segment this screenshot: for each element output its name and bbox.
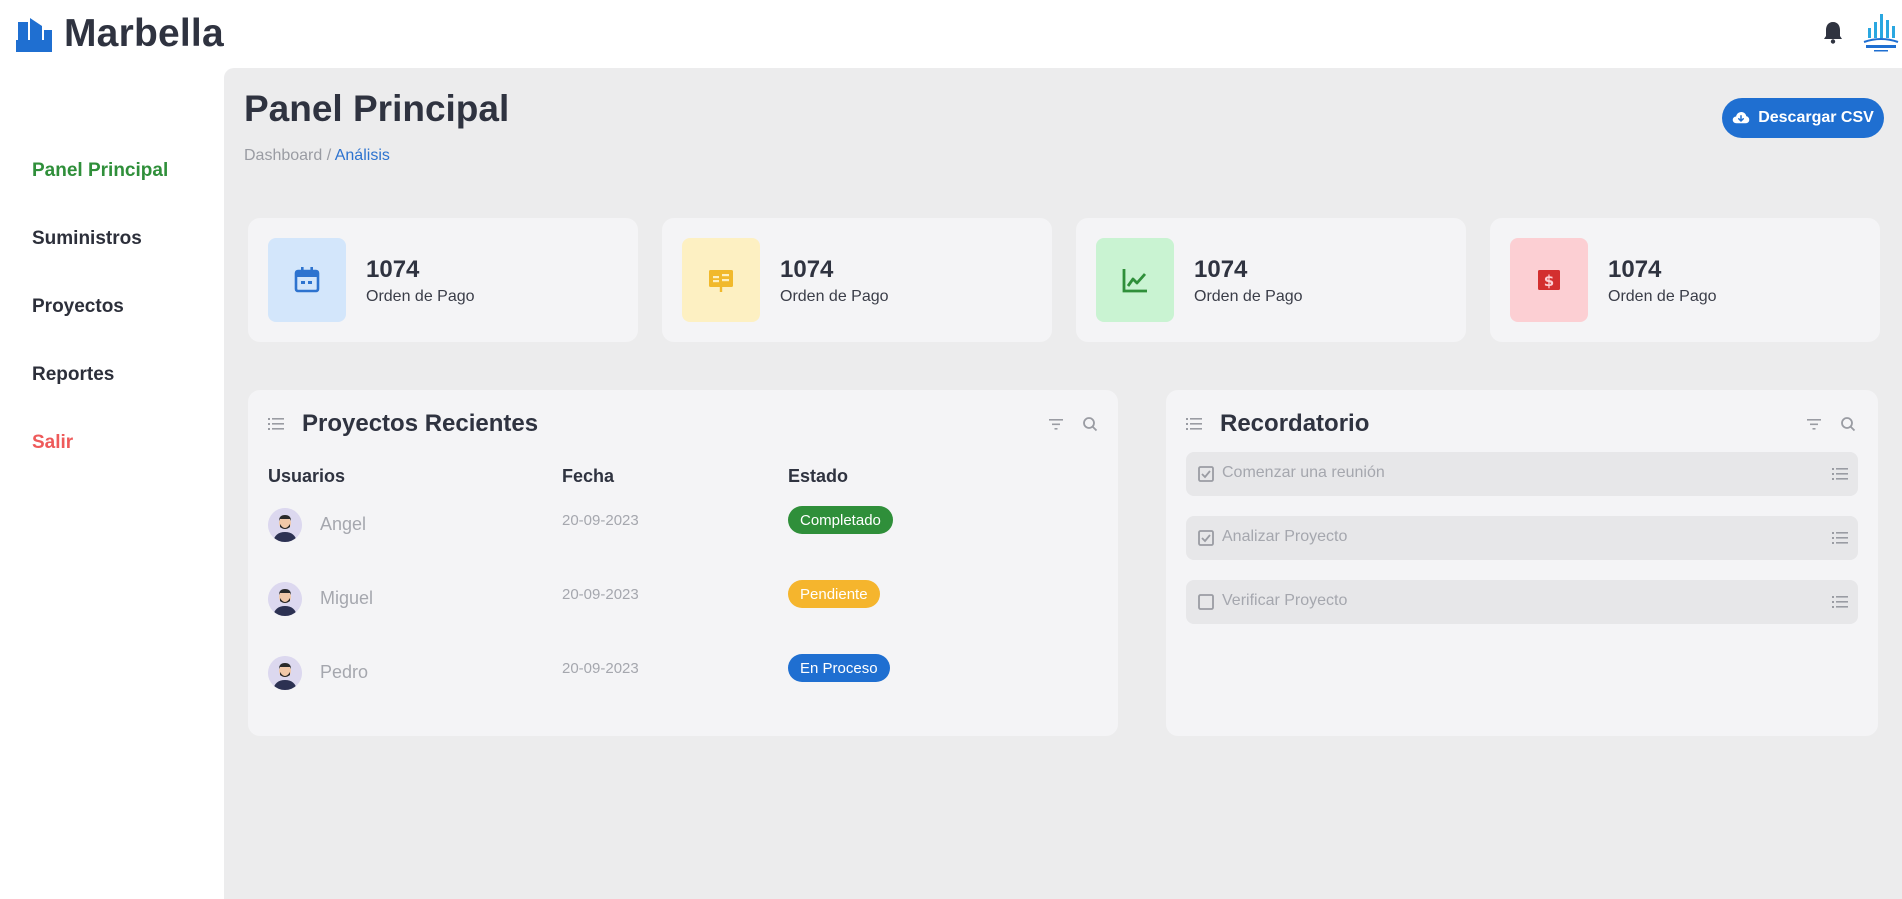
bell-icon[interactable] — [1822, 20, 1844, 44]
stat-card[interactable]: 1074 Orden de Pago — [1076, 218, 1466, 342]
reminder-item[interactable]: Comenzar una reunión — [1186, 452, 1858, 496]
download-csv-label: Descargar CSV — [1758, 109, 1874, 126]
avatar — [268, 508, 302, 542]
sidebar-item-reportes[interactable]: Reportes — [32, 364, 114, 386]
calendar-icon — [294, 267, 320, 293]
reminder-text: Verificar Proyecto — [1222, 592, 1348, 609]
money-icon: $ — [1538, 270, 1560, 290]
user-avatar-logo[interactable] — [1862, 12, 1900, 54]
sidebar-item-suministros[interactable]: Suministros — [32, 228, 142, 250]
search-icon[interactable] — [1840, 416, 1856, 432]
reminder-text: Analizar Proyecto — [1222, 528, 1348, 545]
stat-card[interactable]: $ 1074 Orden de Pago — [1490, 218, 1880, 342]
sidebar-item-proyectos[interactable]: Proyectos — [32, 296, 124, 318]
recent-projects-panel: Proyectos Recientes Usuarios Fecha Estad… — [248, 390, 1118, 736]
list-menu-icon[interactable] — [1832, 594, 1848, 610]
search-icon[interactable] — [1082, 416, 1098, 432]
reminder-text: Comenzar una reunión — [1222, 464, 1385, 481]
page-title: Panel Principal — [244, 88, 510, 129]
stat-icon-box — [268, 238, 346, 322]
sidebar-item-salir[interactable]: Salir — [32, 432, 73, 454]
filter-icon[interactable] — [1806, 416, 1822, 432]
sidebar: Panel Principal Suministros Proyectos Re… — [0, 68, 224, 899]
column-header-date: Fecha — [562, 466, 615, 486]
svg-text:$: $ — [1544, 272, 1554, 290]
line-chart-icon — [1122, 269, 1147, 293]
stat-icon-box — [682, 238, 760, 322]
stat-value: 1074 — [1194, 256, 1248, 283]
row-user-name: Angel — [320, 514, 367, 534]
column-header-users: Usuarios — [268, 466, 346, 486]
cloud-download-icon — [1732, 112, 1750, 124]
list-icon — [1186, 418, 1202, 430]
brand[interactable]: Marbella — [16, 12, 224, 56]
status-badge: Completado — [788, 506, 893, 534]
row-date: 20-09-2023 — [562, 512, 639, 529]
top-bar: Marbella — [0, 0, 1902, 68]
list-icon — [268, 418, 284, 430]
main-content: Panel Principal Dashboard / Análisis Des… — [224, 68, 1902, 899]
breadcrumb: Dashboard / Análisis — [244, 147, 390, 165]
avatar — [268, 656, 302, 690]
list-menu-icon[interactable] — [1832, 466, 1848, 482]
status-badge: En Proceso — [788, 654, 890, 682]
stat-label: Orden de Pago — [1194, 288, 1303, 305]
filter-icon[interactable] — [1048, 416, 1064, 432]
list-menu-icon[interactable] — [1832, 530, 1848, 546]
row-user-name: Miguel — [320, 588, 374, 608]
presentation-icon — [709, 270, 733, 292]
stat-icon-box: $ — [1510, 238, 1588, 322]
column-header-status: Estado — [788, 466, 849, 486]
checkbox-checked-icon[interactable] — [1198, 466, 1214, 482]
stat-card[interactable]: 1074 Orden de Pago — [248, 218, 638, 342]
row-date: 20-09-2023 — [562, 586, 639, 603]
checkbox-unchecked-icon[interactable] — [1198, 594, 1214, 610]
stat-label: Orden de Pago — [1608, 288, 1717, 305]
reminders-title: Recordatorio — [1220, 410, 1370, 437]
row-user-name: Pedro — [320, 662, 369, 682]
stat-value: 1074 — [780, 256, 834, 283]
stat-label: Orden de Pago — [366, 288, 475, 305]
recent-projects-title: Proyectos Recientes — [302, 410, 539, 437]
stat-label: Orden de Pago — [780, 288, 889, 305]
breadcrumb-root[interactable]: Dashboard — [244, 147, 322, 164]
breadcrumb-current[interactable]: Análisis — [335, 147, 390, 164]
breadcrumb-separator: / — [322, 147, 335, 164]
reminders-panel: Recordatorio Comenzar una reunión Analiz… — [1166, 390, 1878, 736]
reminder-item[interactable]: Analizar Proyecto — [1186, 516, 1858, 560]
sidebar-item-panel-principal[interactable]: Panel Principal — [32, 160, 168, 182]
checkbox-checked-icon[interactable] — [1198, 530, 1214, 546]
avatar — [268, 582, 302, 616]
stat-card[interactable]: 1074 Orden de Pago — [662, 218, 1052, 342]
status-badge: Pendiente — [788, 580, 880, 608]
reminder-item[interactable]: Verificar Proyecto — [1186, 580, 1858, 624]
stat-value: 1074 — [366, 256, 420, 283]
stat-value: 1074 — [1608, 256, 1662, 283]
download-csv-button[interactable]: Descargar CSV — [1722, 98, 1884, 138]
row-date: 20-09-2023 — [562, 660, 639, 677]
stat-icon-box — [1096, 238, 1174, 322]
brand-name: Marbella — [64, 12, 224, 55]
building-logo-icon — [16, 18, 52, 52]
